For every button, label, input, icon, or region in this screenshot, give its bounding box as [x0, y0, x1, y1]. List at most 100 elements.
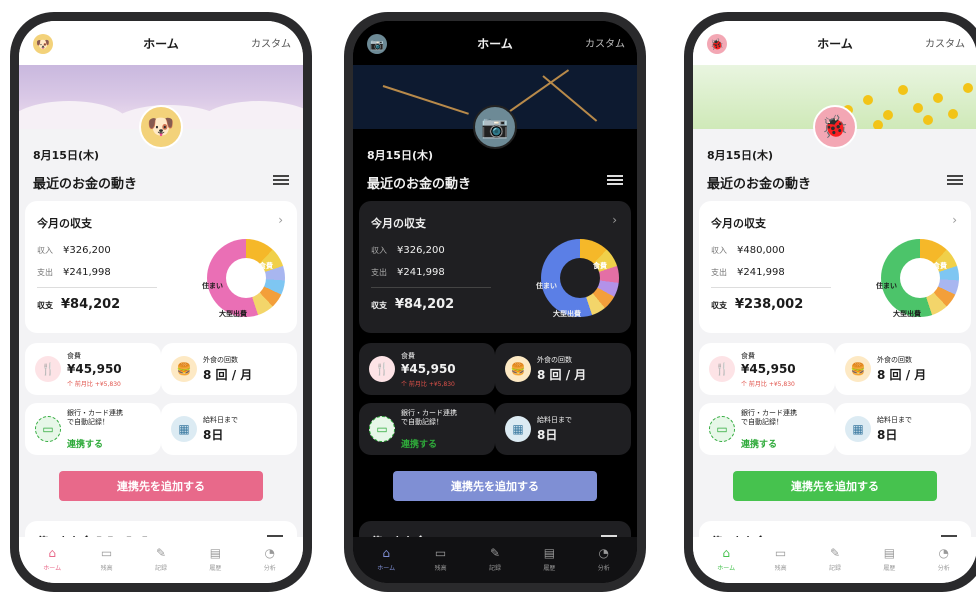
customize-button[interactable]: カスタム: [251, 35, 291, 50]
analysis-icon: ◔: [938, 545, 949, 560]
avatar-small[interactable]: 🐶: [33, 34, 53, 54]
record-icon: ✎: [489, 545, 500, 560]
tile-label: 給料日まで: [203, 416, 238, 424]
app-screen: 🐶 ホーム カスタム 🐶 8月15日(木) 最近のお金の動き 今月の収支 › 収入 ¥326,20…: [19, 21, 303, 583]
avatar[interactable]: 📷: [473, 105, 517, 149]
eating-out-tile[interactable]: 🍔 外食の回数 8 回 / 月: [495, 343, 631, 395]
tab-label: 分析: [263, 564, 276, 572]
avatar-small[interactable]: 📷: [367, 34, 387, 54]
expense-row: 支出 ¥241,998: [371, 267, 445, 278]
payday-tile[interactable]: ▦ 給料日まで 8日: [495, 403, 631, 455]
date-label: 8月15日(木): [33, 149, 100, 162]
tab-label: ホーム: [717, 564, 736, 572]
eating-out-tile[interactable]: 🍔 外食の回数 8 回 / 月: [835, 343, 971, 395]
tab-history[interactable]: ▤ 履歴: [192, 545, 238, 572]
food-tile[interactable]: 🍴 食費 ¥45,950 个 前月比 +¥5,830: [699, 343, 835, 395]
bank-link-tile[interactable]: ▭ 銀行・カード連携 で自動記録！ 連携する: [699, 403, 835, 455]
payday-tile[interactable]: ▦ 給料日まで 8日: [835, 403, 971, 455]
app-screen: 🐞 ホーム カスタム 🐞 8月15日(木) 最近のお金の動き 今月の収支 › 収入 ¥480,00…: [693, 21, 976, 583]
balance-value: ¥238,002: [735, 297, 804, 312]
tab-analysis[interactable]: ◔ 分析: [581, 545, 627, 572]
category-donut-chart[interactable]: [207, 239, 285, 317]
chevron-right-icon: ›: [952, 213, 957, 227]
donut-label-food: 食費: [593, 262, 607, 270]
bank-link-tile[interactable]: ▭ 銀行・カード連携 で自動記録！ 連携する: [25, 403, 161, 455]
tab-balance[interactable]: ▭ 残高: [758, 545, 804, 572]
tile-label: 外食の回数: [877, 356, 912, 364]
category-donut-chart[interactable]: [541, 239, 619, 317]
donut-label-housing: 住まい: [536, 282, 557, 290]
tab-balance[interactable]: ▭ 残高: [84, 545, 130, 572]
link-button[interactable]: 連携する: [741, 437, 777, 450]
record-icon: ✎: [829, 545, 840, 560]
customize-button[interactable]: カスタム: [585, 35, 625, 50]
tab-label: 履歴: [883, 564, 896, 572]
balance-value: ¥84,202: [395, 297, 455, 312]
tab-label: ホーム: [43, 564, 62, 572]
eating-out-tile[interactable]: 🍔 外食の回数 8 回 / 月: [161, 343, 297, 395]
tile-value: ¥45,950: [741, 362, 796, 376]
add-connection-button[interactable]: 連携先を追加する: [59, 471, 263, 501]
category-donut-chart[interactable]: [881, 239, 959, 317]
monthly-summary-card[interactable]: 今月の収支 › 収入 ¥480,000 支出 ¥241,998 収支 ¥238,002 食費 住ま…: [699, 201, 971, 333]
burger-icon: 🍔: [845, 356, 871, 382]
tile-label: 給料日まで: [537, 416, 572, 424]
avatar-small[interactable]: 🐞: [707, 34, 727, 54]
filter-icon[interactable]: [607, 173, 623, 187]
tab-home[interactable]: ⌂ ホーム: [363, 545, 409, 572]
donut-label-large-expense: 大型出費: [219, 310, 247, 318]
bank-link-tile[interactable]: ▭ 銀行・カード連携 で自動記録！ 連携する: [359, 403, 495, 455]
card-title: 今月の収支: [711, 217, 766, 230]
tab-home[interactable]: ⌂ ホーム: [703, 545, 749, 572]
link-button[interactable]: 連携する: [67, 437, 103, 450]
balance-value: ¥84,202: [61, 297, 121, 312]
tab-label: 残高: [434, 564, 447, 572]
tab-home[interactable]: ⌂ ホーム: [29, 545, 75, 572]
record-icon: ✎: [155, 545, 166, 560]
balance-icon: ▭: [100, 545, 113, 560]
card-title: 今月の収支: [37, 217, 92, 230]
tile-value: 8 回 / 月: [877, 368, 927, 382]
food-tile[interactable]: 🍴 食費 ¥45,950 个 前月比 +¥5,830: [359, 343, 495, 395]
card-title: 今月の収支: [371, 217, 426, 230]
payday-tile[interactable]: ▦ 給料日まで 8日: [161, 403, 297, 455]
link-button[interactable]: 連携する: [401, 437, 437, 450]
avatar[interactable]: 🐶: [139, 105, 183, 149]
filter-icon[interactable]: [947, 173, 963, 187]
add-connection-button[interactable]: 連携先を追加する: [733, 471, 937, 501]
customize-button[interactable]: カスタム: [925, 35, 965, 50]
top-bar: 🐞 ホーム カスタム: [693, 21, 976, 65]
stage: 🐶 ホーム カスタム 🐶 8月15日(木) 最近のお金の動き 今月の収支 › 収入 ¥326,20…: [0, 0, 976, 599]
home-icon: ⌂: [722, 545, 730, 560]
history-icon: ▤: [883, 545, 896, 560]
card-icon: ▭: [709, 416, 735, 442]
tab-analysis[interactable]: ◔ 分析: [921, 545, 967, 572]
tab-label: 残高: [100, 564, 113, 572]
tab-history[interactable]: ▤ 履歴: [866, 545, 912, 572]
tile-label: 外食の回数: [537, 356, 572, 364]
page-title: ホーム: [817, 36, 853, 51]
home-icon: ⌂: [48, 545, 56, 560]
tab-record[interactable]: ✎ 記録: [472, 545, 518, 572]
monthly-summary-card[interactable]: 今月の収支 › 収入 ¥326,200 支出 ¥241,998 収支 ¥84,202 食費 住まい…: [359, 201, 631, 333]
avatar[interactable]: 🐞: [813, 105, 857, 149]
top-bar: 🐶 ホーム カスタム: [19, 21, 303, 65]
calendar-icon: ▦: [845, 416, 871, 442]
balance-icon: ▭: [434, 545, 447, 560]
balance-icon: ▭: [774, 545, 787, 560]
food-tile[interactable]: 🍴 食費 ¥45,950 个 前月比 +¥5,830: [25, 343, 161, 395]
tab-analysis[interactable]: ◔ 分析: [247, 545, 293, 572]
tab-record[interactable]: ✎ 記録: [138, 545, 184, 572]
donut-label-food: 食費: [259, 262, 273, 270]
history-icon: ▤: [543, 545, 556, 560]
calendar-icon: ▦: [505, 416, 531, 442]
tile-value: 8日: [877, 428, 898, 442]
monthly-summary-card[interactable]: 今月の収支 › 収入 ¥326,200 支出 ¥241,998 収支 ¥84,202 食費 住まい…: [25, 201, 297, 333]
filter-icon[interactable]: [273, 173, 289, 187]
tab-record[interactable]: ✎ 記録: [812, 545, 858, 572]
tile-value: 8 回 / 月: [203, 368, 253, 382]
divider: [37, 287, 157, 288]
add-connection-button[interactable]: 連携先を追加する: [393, 471, 597, 501]
tab-history[interactable]: ▤ 履歴: [526, 545, 572, 572]
tab-balance[interactable]: ▭ 残高: [418, 545, 464, 572]
